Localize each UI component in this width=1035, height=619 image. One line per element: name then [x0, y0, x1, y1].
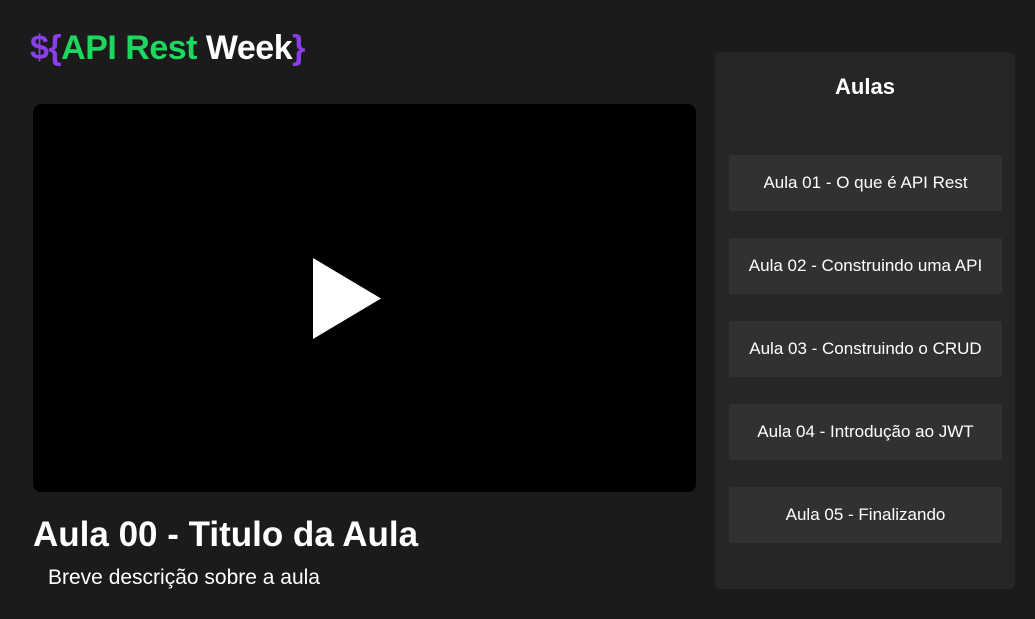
lessons-sidebar: Aulas Aula 01 - O que é API Rest Aula 02… — [715, 52, 1015, 589]
lesson-item-03[interactable]: Aula 03 - Construindo o CRUD — [729, 321, 1002, 377]
lesson-item-05[interactable]: Aula 05 - Finalizando — [729, 487, 1002, 543]
lesson-item-04[interactable]: Aula 04 - Introdução ao JWT — [729, 404, 1002, 460]
lesson-description: Breve descrição sobre a aula — [48, 566, 320, 589]
sidebar-title: Aulas — [835, 74, 895, 99]
logo-open-brace: ${ — [30, 29, 62, 67]
page: ${API Rest Week} Aula 00 - Titulo da Aul… — [0, 0, 1035, 619]
logo-close-brace: } — [292, 29, 305, 67]
lesson-item-02[interactable]: Aula 02 - Construindo uma API — [729, 238, 1002, 294]
lesson-item-01[interactable]: Aula 01 - O que é API Rest — [729, 155, 1002, 211]
logo: ${API Rest Week} — [30, 26, 305, 70]
play-icon[interactable] — [313, 258, 381, 339]
lesson-title: Aula 00 - Titulo da Aula — [33, 515, 419, 554]
logo-api-rest: API Rest — [61, 29, 197, 67]
logo-week: Week — [205, 29, 293, 67]
